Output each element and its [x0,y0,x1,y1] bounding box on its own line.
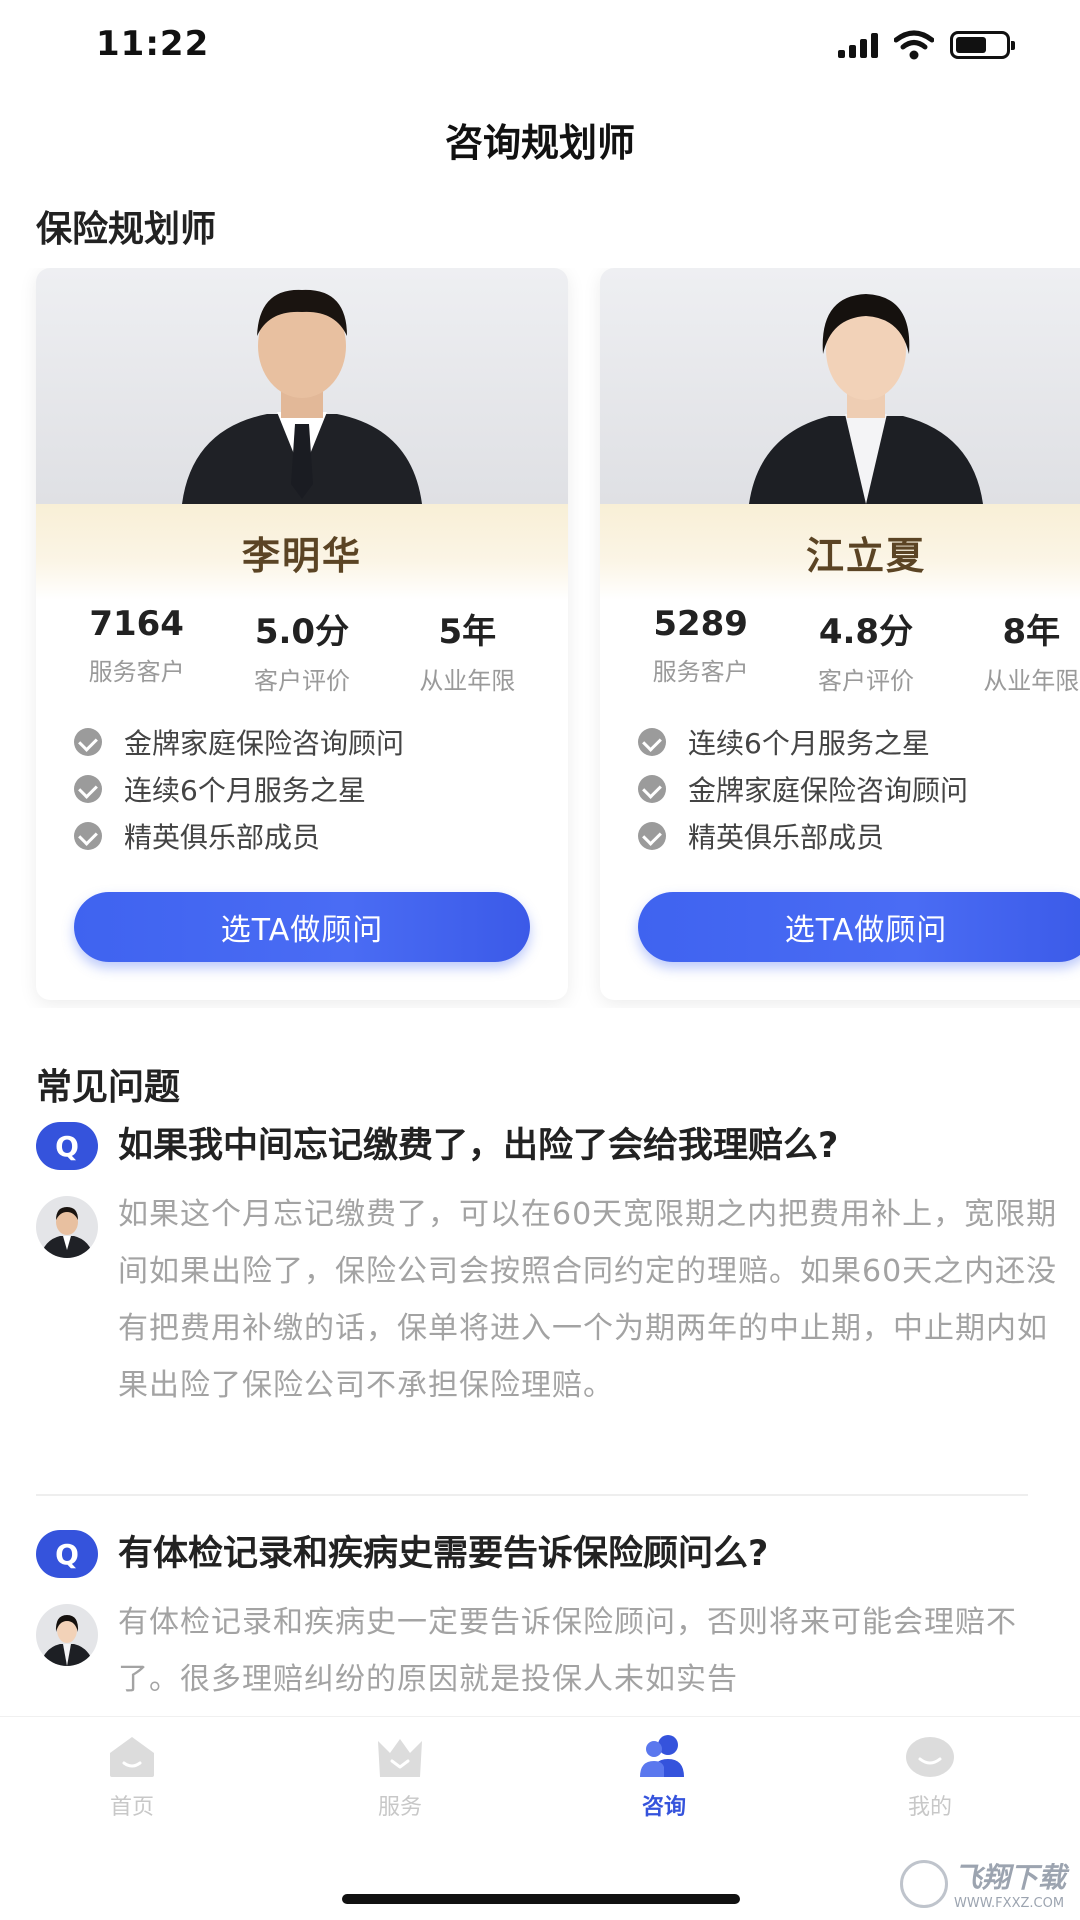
watermark: 飞翔下载 WWW.FXXZ.COM [899,1856,1066,1911]
crown-icon [378,1739,422,1777]
answer-avatar [36,1604,98,1666]
answer-avatar [36,1196,98,1258]
profile-smile-icon [906,1737,954,1777]
page-title: 咨询规划师 [444,121,635,165]
faq-answer: 有体检记录和疾病史一定要告诉保险顾问，否则将来可能会理赔不了。很多理赔纠纷的原因… [118,1605,1017,1697]
battery-icon [950,31,1015,59]
question-badge: Q [36,1122,98,1170]
honor-item: 精英俱乐部成员 [638,812,968,859]
tab-home[interactable]: 首页 [62,1733,202,1821]
planner-photo [600,268,1080,504]
stat-value: 5289 [653,604,748,644]
stat-label: 从业年限 [983,667,1080,695]
check-circle-icon [638,821,666,850]
honor-item: 精英俱乐部成员 [74,812,404,859]
cellular-signal-icon [838,32,878,58]
planner-portrait-female [749,294,983,504]
stat-label: 服务客户 [652,658,749,686]
faq-item[interactable]: Q 有体检记录和疾病史需要告诉保险顾问么? 有体检记录和疾病史一定要告诉保险顾问… [36,1530,1036,1720]
status-time: 11:22 [96,24,210,64]
stat-value: 5年 [438,612,497,652]
tab-label: 我的 [907,1795,952,1820]
tab-label: 首页 [109,1795,154,1820]
stat-clients: 7164 服务客户 [57,604,217,696]
planner-name-banner: 李明华 [36,504,568,600]
planner-card[interactable]: 李明华 7164 服务客户 5.0分 客户评价 5年 从业年限 金牌家庭保险咨询… [36,268,568,1000]
planner-name: 李明华 [241,533,362,578]
advisor-avatar-icon [40,1615,94,1666]
planner-card[interactable]: 江立夏 5289 服务客户 4.8分 客户评价 8年 从业年限 连续6个月服务之… [600,268,1080,1000]
honor-item: 连续6个月服务之星 [638,718,968,765]
watermark-url: WWW.FXXZ.COM [953,1896,1065,1911]
honor-text: 金牌家庭保险咨询顾问 [124,726,405,760]
planner-photo [36,268,568,504]
consult-users-icon [640,1735,684,1777]
honor-item: 连续6个月服务之星 [74,765,404,812]
faq-item[interactable]: Q 如果我中间忘记缴费了，出险了会给我理赔么? 如果这个月忘记缴费了，可以在60… [36,1122,1056,1482]
wifi-icon [894,30,934,60]
stat-value: 5.0分 [254,612,350,652]
faq-answer: 如果这个月忘记缴费了，可以在60天宽限期之内把费用补上，宽限期间如果出险了，保险… [118,1197,1058,1403]
tab-consult[interactable]: 咨询 [594,1733,734,1821]
stat-rating: 5.0分 客户评价 [222,604,382,696]
faq-divider [36,1494,1028,1496]
check-circle-icon [74,774,102,803]
faq-question: 如果我中间忘记缴费了，出险了会给我理赔么? [118,1126,839,1166]
check-circle-icon [74,727,102,756]
stat-years: 5年 从业年限 [387,604,547,696]
home-indicator [342,1894,740,1904]
planner-stats: 5289 服务客户 4.8分 客户评价 8年 从业年限 [600,604,1080,696]
planner-name-banner: 江立夏 [600,504,1080,600]
stat-label: 客户评价 [253,667,350,695]
watermark-logo-icon [899,1859,948,1908]
honor-item: 金牌家庭保险咨询顾问 [638,765,968,812]
honor-item: 金牌家庭保险咨询顾问 [74,718,404,765]
stat-value: 4.8分 [818,612,914,652]
planner-honors: 连续6个月服务之星 金牌家庭保险咨询顾问 精英俱乐部成员 [638,718,968,859]
status-bar: 11:22 [0,0,1080,96]
tab-service[interactable]: 服务 [330,1733,470,1821]
question-badge: Q [36,1530,98,1578]
advisor-avatar-icon [40,1207,94,1258]
watermark-text: 飞翔下载 [953,1861,1066,1894]
check-circle-icon [638,727,666,756]
choose-advisor-button[interactable]: 选TA做顾问 [74,892,530,962]
tab-mine[interactable]: 我的 [860,1733,1000,1821]
stat-value: 7164 [89,604,184,644]
honor-text: 精英俱乐部成员 [124,820,321,854]
planner-stats: 7164 服务客户 5.0分 客户评价 5年 从业年限 [36,604,568,696]
stat-label: 服务客户 [88,658,185,686]
home-icon [110,1737,154,1777]
stat-rating: 4.8分 客户评价 [786,604,946,696]
tab-label: 服务 [377,1795,422,1820]
planner-honors: 金牌家庭保险咨询顾问 连续6个月服务之星 精英俱乐部成员 [74,718,404,859]
honor-text: 连续6个月服务之星 [688,726,930,760]
status-icons [838,30,1015,60]
honor-text: 精英俱乐部成员 [688,820,885,854]
choose-advisor-button[interactable]: 选TA做顾问 [638,892,1080,962]
honor-text: 金牌家庭保险咨询顾问 [688,773,969,807]
honor-text: 连续6个月服务之星 [124,773,366,807]
faq-section-title: 常见问题 [36,1067,181,1108]
stat-label: 从业年限 [419,667,516,695]
planner-portrait-male [182,289,422,504]
planners-section-title: 保险规划师 [36,209,217,250]
stat-years: 8年 从业年限 [951,604,1080,696]
planner-name: 江立夏 [805,533,926,578]
stat-label: 客户评价 [817,667,914,695]
check-circle-icon [638,774,666,803]
check-circle-icon [74,821,102,850]
tab-label: 咨询 [641,1795,686,1820]
stat-value: 8年 [1002,612,1061,652]
faq-question: 有体检记录和疾病史需要告诉保险顾问么? [118,1534,769,1574]
stat-clients: 5289 服务客户 [621,604,781,696]
planner-carousel[interactable]: 李明华 7164 服务客户 5.0分 客户评价 5年 从业年限 金牌家庭保险咨询… [0,268,1080,1008]
